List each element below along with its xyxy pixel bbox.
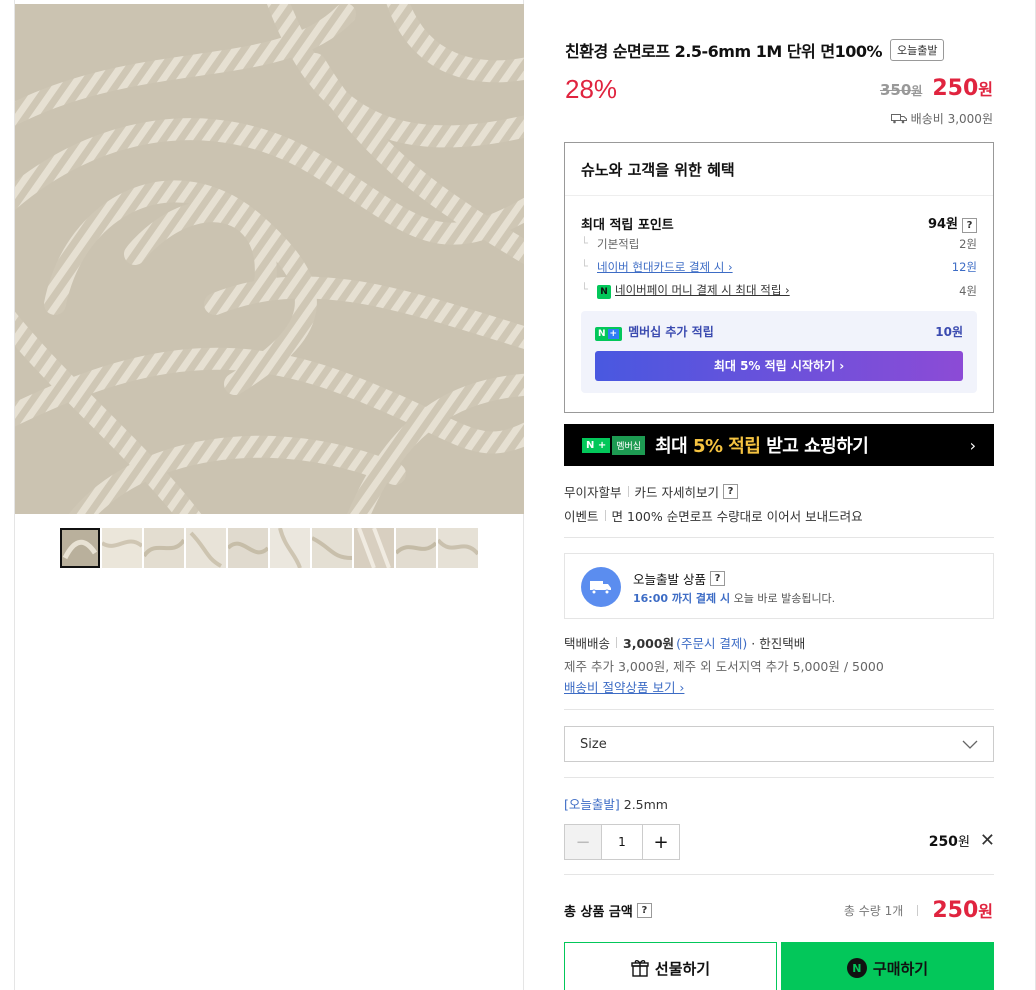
delivery-row: 택배배송 3,000원 (주문시 결제) · 한진택배 [564,636,806,651]
price-area: 350원 250원 [880,76,993,101]
max-points-row: 최대 적립 포인트 94원? [581,213,977,233]
increase-button[interactable]: + [643,825,679,859]
points-row-card: 네이버 현대카드로 결제 시 › 12원 [581,259,977,275]
banner-text: 최대 5% 적립 받고 쇼핑하기 [655,436,869,457]
benefit-box: 슈노와 고객을 위한 혜택 최대 적립 포인트 94원? 기본적립 2원 네이버… [564,142,994,413]
thumbnail[interactable] [144,528,184,568]
product-title: 친환경 순면로프 2.5-6mm 1M 단위 면100% [565,42,883,61]
today-ship-title: 오늘출발 상품? [633,569,725,588]
benefit-title: 슈노와 고객을 위한 혜택 [565,143,993,196]
points-row-npay: N네이버페이 머니 결제 시 최대 적립 › 4원 [581,282,977,299]
title-row: 친환경 순면로프 2.5-6mm 1M 단위 면100% 오늘출발 [565,38,945,62]
thumbnail[interactable] [102,528,142,568]
selected-option: [오늘출발] 2.5mm [564,797,668,812]
npay-icon: N [597,285,611,299]
size-select[interactable]: Size [564,726,994,762]
membership-box: N + 멤버십 추가 적립 10원 최대 5% 적립 시작하기 › [581,311,977,393]
today-ship-badge: 오늘출발 [890,39,945,61]
naver-pay-icon: N [846,958,867,978]
original-price: 350원 [879,81,923,99]
main-product-image [15,4,524,514]
total-row: 총 상품 금액? 총 수량 1개 250원 [564,898,993,923]
product-info: 친환경 순면로프 2.5-6mm 1M 단위 면100% 오늘출발 28% 35… [525,0,1036,990]
decrease-button[interactable]: − [565,825,601,859]
quantity-input[interactable]: 1 [601,825,643,859]
nplus-icon: N + [595,327,623,341]
thumbnail[interactable] [60,528,100,568]
help-icon[interactable]: ? [723,484,738,499]
card-detail-link[interactable]: 카드 자세히보기 [635,482,719,501]
truck-icon [890,114,907,124]
help-icon[interactable]: ? [962,218,977,233]
npay-link[interactable]: 네이버페이 머니 결제 시 최대 적립 › [615,283,790,297]
thumbnail[interactable] [312,528,352,568]
membership-banner[interactable]: N + 멤버십 최대 5% 적립 받고 쇼핑하기 › [564,424,994,466]
gift-icon [631,960,649,977]
thumbnail[interactable] [270,528,310,568]
product-gallery [14,0,524,990]
help-icon[interactable]: ? [709,571,725,586]
delivery-extra: 제주 추가 3,000원, 제주 외 도서지역 추가 5,000원 / 5000 [564,659,884,674]
truck-icon [581,567,621,607]
chevron-down-icon [962,740,978,749]
membership-row: N + 멤버십 추가 적립 10원 [595,323,963,341]
today-ship-box: 오늘출발 상품? 16:00 까지 결제 시 오늘 바로 발송됩니다. [564,553,994,619]
chevron-right-icon: › [969,435,976,455]
close-icon[interactable]: ✕ [980,830,995,851]
points-row-basic: 기본적립 2원 [581,236,977,252]
sale-price: 250원 [932,76,993,101]
nplus-icon: N + [582,437,611,453]
installment-row: 무이자할부 카드 자세히보기 ? [564,482,738,501]
total-quantity: 총 수량 1개 [843,904,904,918]
help-icon[interactable]: ? [636,903,652,918]
event-row: 이벤트 면 100% 순면로프 수량대로 이어서 보내드려요 [564,509,863,524]
buy-button[interactable]: N 구매하기 [781,942,994,990]
discount-rate: 28% [565,74,618,104]
today-ship-desc: 16:00 까지 결제 시 오늘 바로 발송됩니다. [633,592,836,605]
membership-start-button[interactable]: 최대 5% 적립 시작하기 › [595,351,963,381]
thumbnail[interactable] [186,528,226,568]
quantity-stepper: − 1 + [564,824,680,860]
gift-button[interactable]: 선물하기 [564,942,777,990]
thumbnail-strip [60,528,478,568]
option-price: 250원 ✕ [928,830,995,851]
shipping-saver-link[interactable]: 배송비 절약상품 보기 › [564,677,684,696]
thumbnail[interactable] [396,528,436,568]
membership-tag: 멤버십 [612,435,646,455]
thumbnail[interactable] [228,528,268,568]
rope-photo [15,4,524,514]
total-price: 250원 [932,898,993,923]
hyundai-card-link[interactable]: 네이버 현대카드로 결제 시 › [597,260,733,274]
shipping-fee: 배송비 3,000원 [890,110,993,127]
thumbnail[interactable] [438,528,478,568]
thumbnail[interactable] [354,528,394,568]
